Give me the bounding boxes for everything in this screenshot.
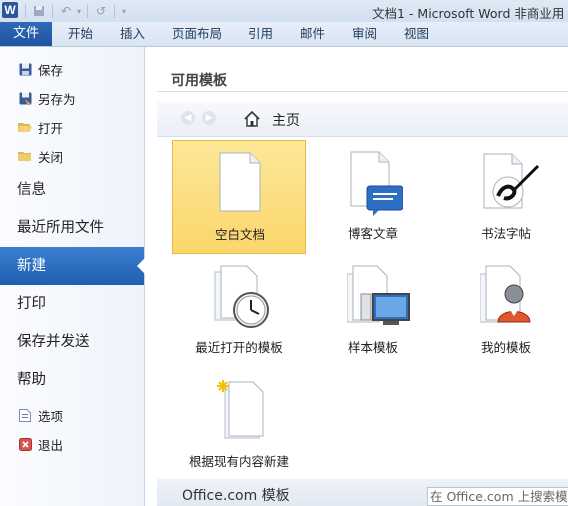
template-blank-document[interactable]: 空白文档 (172, 140, 306, 254)
template-calligraphy[interactable]: 书法字帖 (439, 140, 568, 254)
template-label: 书法字帖 (480, 226, 531, 241)
nav-help[interactable]: 帮助 (0, 361, 144, 399)
nav-print[interactable]: 打印 (0, 285, 144, 323)
nav-close-label: 关闭 (38, 149, 64, 165)
toolbar-separator (87, 4, 88, 18)
template-label: 空白文档 (214, 227, 265, 242)
customize-toolbar-icon[interactable]: ▾ (120, 3, 128, 19)
nav-save[interactable]: 保存 (0, 55, 144, 83)
template-label: 根据现有内容新建 (188, 454, 289, 469)
quick-access-toolbar: ↶ ▾ ↺ ▾ (22, 2, 128, 20)
breadcrumb-home[interactable]: 主页 (272, 110, 300, 130)
template-navigation-bar: ◀ ▶ 主页 (157, 102, 568, 137)
calligraphy-icon (480, 150, 540, 212)
nav-recent[interactable]: 最近所用文件 (0, 209, 144, 247)
nav-save-as[interactable]: 另存为 (0, 84, 144, 112)
tab-insert[interactable]: 插入 (120, 22, 145, 46)
nav-open-label: 打开 (38, 120, 64, 136)
office-templates-header: Office.com 模板 在 Office.com 上搜索模板 (157, 479, 568, 506)
nav-save-send[interactable]: 保存并发送 (0, 323, 144, 361)
save-as-icon (18, 91, 32, 105)
template-sample-templates[interactable]: 样本模板 (306, 254, 440, 368)
close-folder-icon (18, 149, 32, 163)
window-title: 文档1 - Microsoft Word 非商业用 (372, 6, 565, 21)
save-icon (18, 62, 32, 76)
toolbar-separator (114, 4, 115, 18)
undo-dropdown-icon[interactable]: ▾ (76, 3, 82, 19)
save-icon[interactable] (31, 3, 47, 19)
tab-page-layout[interactable]: 页面布局 (172, 22, 222, 46)
template-blog-post[interactable]: 博客文章 (306, 140, 440, 254)
backstage-nav: 保存 另存为 打开 关闭 信息 最近所用文件 新建 打印 保存并发送 帮助 选项… (0, 47, 145, 506)
blank-document-icon (214, 151, 266, 213)
template-label: 样本模板 (347, 340, 398, 355)
office-templates-title: Office.com 模板 (182, 488, 290, 504)
tab-review[interactable]: 审阅 (352, 22, 377, 46)
ribbon-tabs: 文件 开始 插入 页面布局 引用 邮件 审阅 视图 (0, 22, 568, 47)
forward-arrow-icon[interactable]: ▶ (202, 111, 216, 125)
template-label: 最近打开的模板 (195, 340, 283, 355)
nav-exit-label: 退出 (38, 437, 64, 453)
tab-references[interactable]: 引用 (248, 22, 273, 46)
office-template-search-input[interactable]: 在 Office.com 上搜索模板 (427, 487, 568, 506)
tab-mailings[interactable]: 邮件 (300, 22, 325, 46)
toolbar-separator (52, 4, 53, 18)
section-title: 可用模板 (171, 73, 227, 89)
template-new-from-existing[interactable]: 根据现有内容新建 (172, 368, 306, 482)
available-templates-header: 可用模板 (157, 67, 568, 92)
my-templates-icon (479, 264, 532, 326)
home-icon[interactable] (243, 110, 261, 128)
template-label: 博客文章 (347, 226, 398, 241)
toolbar-separator (25, 4, 26, 18)
sample-templates-icon (346, 264, 410, 326)
template-recent-templates[interactable]: 最近打开的模板 (172, 254, 306, 368)
new-document-panel: 可用模板 ◀ ▶ 主页 空白文档 博客文章 书法字帖 最近打开的模板 样本模板 … (145, 47, 568, 506)
recent-templates-icon (213, 264, 269, 328)
nav-info[interactable]: 信息 (0, 171, 144, 209)
nav-save-as-label: 另存为 (38, 91, 76, 107)
nav-new[interactable]: 新建 (0, 247, 145, 285)
undo-icon[interactable]: ↶ (58, 3, 74, 19)
tab-home[interactable]: 开始 (68, 22, 93, 46)
nav-save-label: 保存 (38, 62, 64, 78)
nav-open[interactable]: 打开 (0, 113, 144, 141)
nav-options[interactable]: 选项 (0, 401, 144, 429)
nav-exit[interactable]: 退出 (0, 430, 144, 458)
exit-icon (18, 437, 32, 451)
nav-close[interactable]: 关闭 (0, 142, 144, 170)
open-folder-icon (18, 120, 32, 134)
template-label: 我的模板 (480, 340, 531, 355)
template-my-templates[interactable]: 我的模板 (439, 254, 568, 368)
new-from-existing-icon (213, 378, 265, 440)
tab-file[interactable]: 文件 (0, 22, 52, 46)
back-arrow-icon[interactable]: ◀ (181, 111, 195, 125)
tab-view[interactable]: 视图 (404, 22, 429, 46)
nav-options-label: 选项 (38, 408, 64, 424)
title-bar: W ↶ ▾ ↺ ▾ 文档1 - Microsoft Word 非商业用 (0, 0, 568, 22)
word-app-icon[interactable]: W (2, 2, 18, 18)
redo-icon[interactable]: ↺ (93, 3, 109, 19)
options-icon (18, 408, 32, 422)
blog-post-icon (347, 150, 404, 216)
